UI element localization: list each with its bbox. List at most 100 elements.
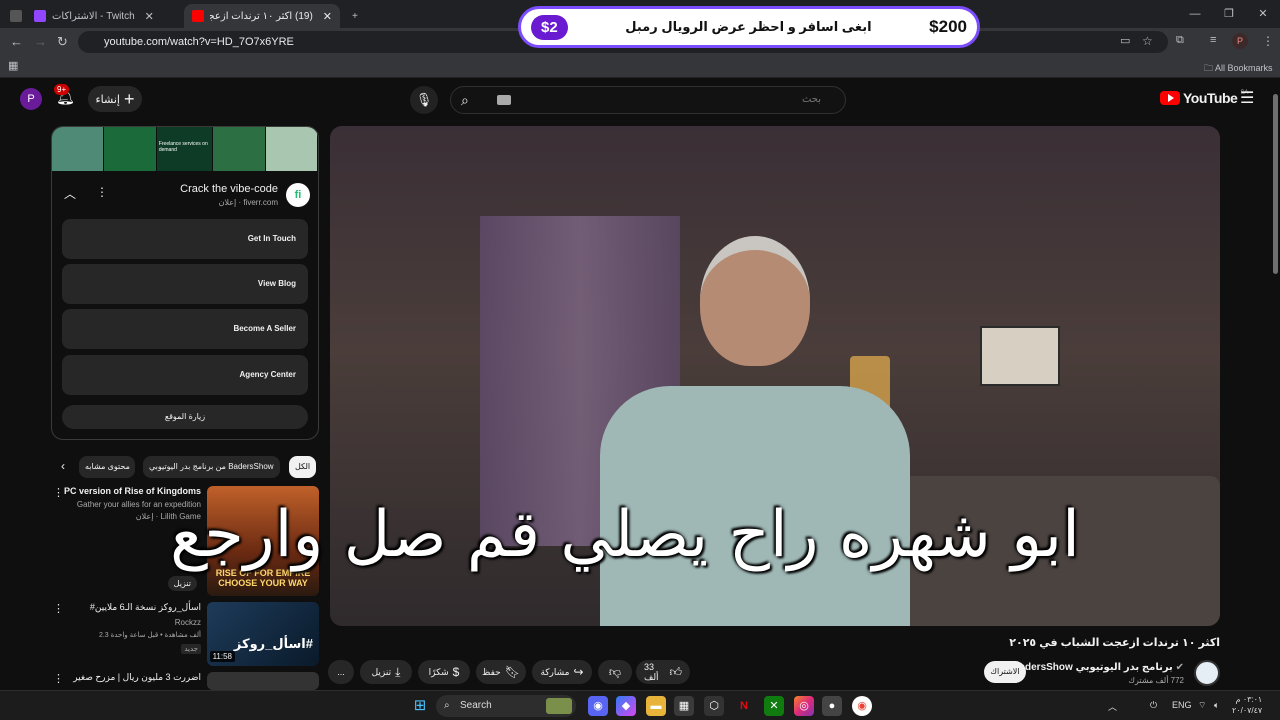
obs-icon[interactable]: ● bbox=[822, 696, 842, 716]
thanks-button[interactable]: شكرًا $ bbox=[418, 660, 470, 684]
ad-sponsor: إعلان · fiverr.com bbox=[218, 198, 278, 207]
taskbar-search-label: Search bbox=[460, 700, 492, 711]
dislike-button[interactable]: 👎︎ bbox=[598, 660, 632, 684]
more-options-icon[interactable]: ⋮ bbox=[96, 185, 108, 199]
restore-icon[interactable]: ❐ bbox=[1212, 0, 1246, 28]
thumbs-down-icon: 👎︎ bbox=[608, 664, 622, 679]
minimize-icon[interactable]: — bbox=[1178, 0, 1212, 28]
share-button[interactable]: مشاركة ↪ bbox=[532, 660, 592, 684]
search-icon: ⌕ bbox=[444, 700, 450, 711]
rec-title: PC version of Rise of Kingdoms bbox=[63, 486, 201, 496]
tray-app-icon[interactable]: ⏻ bbox=[1150, 700, 1157, 711]
sidebar-toggle-icon[interactable] bbox=[2, 4, 22, 28]
keyboard-icon[interactable] bbox=[497, 95, 511, 105]
account-avatar[interactable]: P bbox=[20, 88, 42, 110]
thanks-icon: $ bbox=[452, 665, 460, 679]
ad-button-view-blog[interactable]: View Blog bbox=[62, 264, 308, 304]
search-box[interactable]: ⌕ بحث bbox=[450, 86, 846, 114]
file-explorer-icon[interactable]: ▬ bbox=[646, 696, 666, 716]
tab-title: Twitch - الاشتراكات bbox=[52, 10, 135, 22]
notification-count: 9+ bbox=[54, 84, 70, 95]
ad-image bbox=[213, 127, 266, 171]
media-icon[interactable]: ≡ bbox=[1210, 34, 1216, 46]
xbox-icon[interactable]: ✕ bbox=[764, 696, 784, 716]
close-icon[interactable]: ✕ bbox=[1246, 0, 1280, 28]
tab-twitch[interactable]: Twitch - الاشتراكات ✕ bbox=[26, 4, 176, 28]
bookmark-star-icon[interactable]: ☆ bbox=[1142, 34, 1153, 48]
recommendation-video[interactable]: #اسأل_روكز 11:58 ⋮ #اسأل_روكز نسخة الـ6 … bbox=[51, 602, 319, 666]
ad-button-agency-center[interactable]: Agency Center bbox=[62, 355, 308, 395]
scrollbar-thumb[interactable] bbox=[1273, 94, 1278, 274]
rec-download-button[interactable]: تنزيل bbox=[167, 576, 197, 591]
recommendation-video[interactable]: ⋮ اضررت 3 مليون ريال | مزرح صغير bbox=[51, 672, 319, 690]
reload-icon[interactable]: ↻ bbox=[57, 34, 68, 50]
collapse-chevron-icon[interactable]: ︿ bbox=[64, 185, 76, 202]
ad-button-get-in-touch[interactable]: Get In Touch bbox=[62, 219, 308, 259]
channel-name[interactable]: ✔︎ برنامج بدر اليوتيوبي BadersShow bbox=[1012, 662, 1184, 673]
rec-title: #اسأل_روكز نسخة الـ6 ملايين bbox=[89, 602, 201, 612]
copilot-icon[interactable]: ◆ bbox=[616, 696, 636, 716]
more-actions-label: ... bbox=[337, 667, 345, 677]
github-icon[interactable]: ⬡ bbox=[704, 696, 724, 716]
chip-all[interactable]: الكل bbox=[289, 456, 317, 478]
chip-similar[interactable]: محتوى مشابه bbox=[79, 456, 135, 478]
search-placeholder: بحث bbox=[801, 94, 821, 105]
browser-menu-icon[interactable]: ⋮ bbox=[1262, 34, 1274, 48]
guide-menu-icon[interactable]: ☰ bbox=[1240, 88, 1254, 108]
channel-subscribers: 772 ألف مشترك bbox=[1128, 676, 1184, 685]
donation-overlay: $2 ابغى اسافر و احظر عرض الرويال رمبل $2… bbox=[518, 6, 980, 48]
more-actions-button[interactable]: ... bbox=[328, 660, 354, 684]
instagram-icon[interactable]: ◎ bbox=[794, 696, 814, 716]
rec-thumbnail[interactable] bbox=[207, 672, 319, 690]
apps-icon[interactable]: ▦ bbox=[8, 59, 18, 72]
twitch-icon bbox=[34, 10, 46, 22]
rec-duration: 11:58 bbox=[209, 651, 235, 662]
forward-icon[interactable]: → bbox=[34, 34, 47, 49]
like-button[interactable]: 33 ألف 👍︎ bbox=[636, 660, 690, 684]
like-count: 33 ألف bbox=[644, 661, 659, 682]
chrome-icon[interactable]: ◉ bbox=[852, 696, 872, 716]
profile-avatar[interactable]: P bbox=[1232, 33, 1248, 49]
youtube-logo[interactable]: YouTube SA bbox=[1160, 90, 1248, 106]
extensions-icon[interactable]: ⧉ bbox=[1176, 34, 1184, 47]
donation-amount-large: $200 bbox=[929, 17, 967, 36]
tab-youtube[interactable]: (19) اكثر ١٠ ترندات ازعجت الشـ... ✕ bbox=[184, 4, 340, 28]
new-tab-button[interactable]: + bbox=[344, 4, 366, 28]
language-indicator[interactable]: ENG bbox=[1172, 700, 1192, 710]
netflix-icon[interactable]: N bbox=[734, 696, 754, 716]
tab-close-icon[interactable]: ✕ bbox=[145, 10, 154, 23]
taskbar-clock[interactable]: ٠٣:٠١ م ٢٠/٠٧/٤٧ bbox=[1232, 694, 1262, 716]
share-label: مشاركة bbox=[540, 666, 570, 677]
fiverr-logo[interactable]: fi bbox=[286, 183, 310, 207]
calculator-icon[interactable]: ▦ bbox=[674, 696, 694, 716]
presenter-head bbox=[700, 236, 810, 366]
discord-icon[interactable]: ◉ bbox=[588, 696, 608, 716]
search-icon[interactable]: ⌕ bbox=[461, 92, 469, 109]
create-button[interactable]: إنشاء + bbox=[88, 86, 142, 112]
ad-title[interactable]: Crack the vibe-code bbox=[180, 183, 278, 195]
ad-button-become-seller[interactable]: Become A Seller bbox=[62, 309, 308, 349]
tab-close-icon[interactable]: ✕ bbox=[323, 10, 332, 23]
back-icon[interactable]: ← bbox=[10, 34, 23, 49]
ad-image-strip[interactable]: Freelance services on demand bbox=[52, 127, 318, 171]
channel-avatar[interactable] bbox=[1194, 660, 1220, 686]
save-button[interactable]: حفظ 🔖︎ bbox=[476, 660, 526, 684]
taskbar-search[interactable]: ⌕ Search bbox=[436, 695, 576, 717]
subscribe-button[interactable]: الاشتراك bbox=[984, 661, 1026, 683]
chips-left-chevron-icon[interactable]: ‹ bbox=[61, 459, 65, 473]
video-scene-artwork bbox=[980, 326, 1060, 386]
volume-icon[interactable]: 🔈︎ bbox=[1214, 700, 1219, 711]
thumbs-up-icon: 👍︎ bbox=[669, 664, 682, 679]
download-button[interactable]: تنزيل ⤓ bbox=[360, 660, 412, 684]
window-controls: — ❐ ✕ bbox=[1178, 0, 1280, 28]
windows-start-icon[interactable]: ⊞ bbox=[410, 696, 430, 716]
chip-channel[interactable]: من برنامج بدر اليوتيوبي BadersShow bbox=[143, 456, 280, 478]
visit-site-button[interactable]: زيارة الموقع bbox=[62, 405, 308, 429]
network-icon[interactable]: ⌔ bbox=[1198, 700, 1206, 711]
voice-search-icon[interactable]: 🎙︎ bbox=[410, 86, 438, 114]
page-scrollbar[interactable] bbox=[1270, 80, 1280, 690]
donation-message: ابغى اسافر و احظر عرض الرويال رمبل bbox=[625, 19, 872, 34]
all-bookmarks[interactable]: 🗀 All Bookmarks bbox=[1204, 61, 1273, 77]
cast-icon[interactable]: ▭ bbox=[1120, 34, 1130, 47]
tray-chevron-icon[interactable]: ︿ bbox=[1108, 700, 1117, 713]
